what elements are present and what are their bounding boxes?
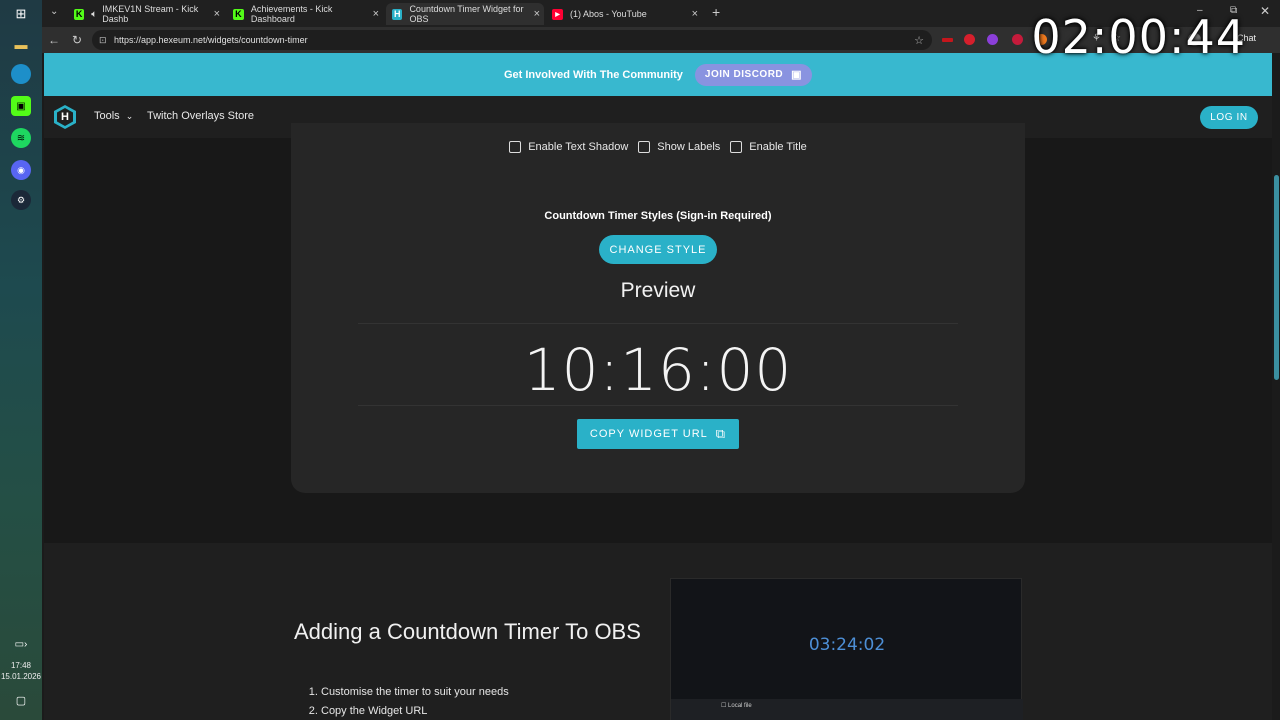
tab-list-chevron-icon[interactable]: ⌄ (50, 6, 58, 17)
file-explorer-icon[interactable]: ▬ (11, 34, 31, 54)
page-scrollbar[interactable] (1272, 53, 1280, 720)
close-icon[interactable]: × (373, 8, 379, 20)
screenshot-settings-bar: ☐ Local file (671, 699, 1023, 720)
new-tab-button[interactable]: + (712, 4, 720, 20)
extension-red-icon[interactable] (942, 38, 953, 42)
reload-icon[interactable]: ↻ (72, 33, 82, 47)
url-text: https://app.hexeum.net/widgets/countdown… (114, 35, 308, 45)
enable-title-checkbox[interactable]: Enable Title (730, 141, 807, 153)
screenshot-local-file-checkbox: ☐ Local file (721, 703, 752, 709)
text-shadow-checkbox[interactable]: Enable Text Shadow (509, 141, 628, 153)
login-button[interactable]: LOG IN (1200, 106, 1258, 129)
tab-title: IMKEV1N Stream - Kick Dashb (102, 4, 199, 24)
screenshot-timer: 03:24:02 (808, 635, 886, 655)
guide-steps: Customise the timer to suit your needs C… (321, 683, 509, 720)
preview-timer: 10:16:00 (523, 336, 793, 404)
copy-widget-url-button[interactable]: COPY WIDGET URL ⧉ (577, 419, 739, 449)
extension-purple-icon[interactable] (987, 34, 998, 45)
tab-youtube[interactable]: ▶ (1) Abos - YouTube × (546, 3, 702, 25)
windows-taskbar: ⊞ ▬ ▣ ≋ ◉ ⚙ ▭› 17:48 15.01.2026 ▢ (0, 0, 42, 720)
speaker-icon[interactable]: 🔈︎ (91, 9, 97, 20)
checkbox-box[interactable] (638, 141, 651, 153)
checkbox-box[interactable] (730, 141, 743, 153)
stream-overlay-timer: 02:00:44 (1031, 10, 1246, 64)
discord-logo-icon: ▣ (791, 69, 803, 81)
tab-title: Achievements - Kick Dashboard (250, 4, 333, 24)
preview-heading: Preview (620, 279, 696, 302)
obs-guide-section: Adding a Countdown Timer To OBS Customis… (44, 543, 1272, 720)
web-page: Get Involved With The Community JOIN DIS… (44, 53, 1272, 720)
text-shadow-label: Enable Text Shadow (528, 141, 629, 153)
windows-start-icon[interactable]: ⊞ (11, 4, 31, 24)
join-discord-button[interactable]: JOIN DISCORD ▣ (694, 63, 813, 86)
copy-widget-url-label: COPY WIDGET URL (589, 428, 708, 440)
site-info-icon[interactable]: ⊡ (99, 35, 107, 46)
nav-tools[interactable]: Tools ⌄ (94, 110, 133, 122)
favorite-star-icon[interactable]: ☆ (914, 34, 924, 47)
extension-heart-icon[interactable] (1012, 34, 1023, 45)
close-icon[interactable]: × (692, 8, 698, 20)
hexeum-icon: H (392, 8, 403, 20)
close-icon[interactable]: × (534, 8, 540, 20)
extension-opera-icon[interactable] (964, 34, 975, 45)
tab-countdown-timer[interactable]: H Countdown Timer Widget for OBS × (386, 3, 544, 25)
youtube-icon: ▶ (552, 8, 563, 20)
edge-icon[interactable] (11, 64, 31, 84)
checkbox-box[interactable] (509, 141, 522, 153)
screenshot-local-file-label: Local file (728, 703, 752, 709)
tab-achievements[interactable]: K Achievements - Kick Dashboard × (227, 3, 383, 25)
tab-title: Countdown Timer Widget for OBS (409, 4, 524, 24)
divider (358, 405, 958, 406)
back-arrow-icon[interactable]: ← (48, 33, 60, 47)
close-icon[interactable]: × (214, 8, 220, 20)
show-labels-checkbox[interactable]: Show Labels (638, 141, 720, 153)
nav-overlays-store[interactable]: Twitch Overlays Store (147, 110, 254, 122)
kick-icon: K (74, 8, 85, 20)
hexeum-logo-letter: H (57, 108, 73, 126)
divider (358, 323, 958, 324)
nav-tools-label: Tools (94, 110, 120, 122)
hexeum-logo[interactable]: H (54, 105, 76, 129)
join-discord-label: JOIN DISCORD (704, 69, 784, 80)
kick-app-icon[interactable]: ▣ (11, 96, 31, 116)
system-tray-icon[interactable]: ▭› (11, 634, 31, 654)
spotify-icon[interactable]: ≋ (11, 128, 31, 148)
display-options: Enable Text Shadow Show Labels Enable Ti… (291, 141, 1025, 153)
change-style-button[interactable]: CHANGE STYLE (599, 235, 717, 264)
taskbar-date[interactable]: 15.01.2026 (0, 672, 42, 681)
discord-icon[interactable]: ◉ (11, 160, 31, 180)
notification-icon[interactable]: ▢ (11, 690, 31, 710)
enable-title-label: Enable Title (749, 141, 807, 153)
window-close-icon[interactable]: ✕ (1260, 4, 1270, 18)
kick-icon: K (233, 8, 244, 20)
timer-styles-heading: Countdown Timer Styles (Sign-in Required… (544, 210, 772, 222)
taskbar-time[interactable]: 17:48 (0, 661, 42, 670)
show-labels-label: Show Labels (657, 141, 721, 153)
timer-settings-card: Enable Text Shadow Show Labels Enable Ti… (291, 123, 1025, 493)
url-field[interactable]: ⊡ https://app.hexeum.net/widgets/countdo… (92, 30, 932, 50)
list-item: Customise the timer to suit your needs (321, 683, 509, 702)
obs-screenshot: 03:24:02 ☐ Local file (670, 578, 1023, 720)
scrollbar-thumb[interactable] (1274, 175, 1279, 380)
tab-title: (1) Abos - YouTube (570, 9, 647, 19)
steam-icon[interactable]: ⚙ (11, 190, 31, 210)
guide-title: Adding a Countdown Timer To OBS (294, 619, 641, 644)
banner-text: Get Involved With The Community (503, 68, 683, 81)
tab-kick-stream[interactable]: K 🔈︎ IMKEV1N Stream - Kick Dashb × (68, 3, 224, 25)
copy-icon: ⧉ (715, 426, 727, 441)
chevron-down-icon: ⌄ (125, 111, 134, 121)
list-item: Copy the Widget URL (321, 702, 509, 720)
